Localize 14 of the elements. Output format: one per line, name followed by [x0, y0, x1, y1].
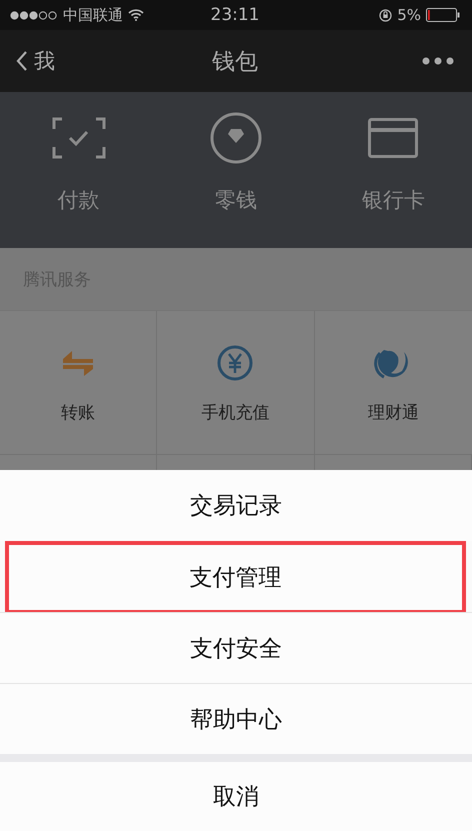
chevron-left-icon	[16, 51, 28, 71]
page-title: 钱包	[212, 48, 258, 76]
back-button[interactable]: 我	[16, 47, 86, 75]
carrier-name: 中国联通	[63, 6, 123, 24]
battery-icon	[426, 8, 460, 22]
wifi-icon	[128, 9, 144, 21]
signal-icon	[10, 10, 58, 20]
coin-icon	[210, 112, 262, 164]
more-icon[interactable]	[422, 57, 454, 65]
rotation-lock-icon	[379, 8, 392, 22]
yuan-coin-icon	[217, 345, 254, 381]
clock-time: 23:11	[210, 5, 260, 25]
battery-percent: 5%	[397, 6, 421, 24]
menu-option[interactable]: 支付管理	[5, 541, 466, 614]
